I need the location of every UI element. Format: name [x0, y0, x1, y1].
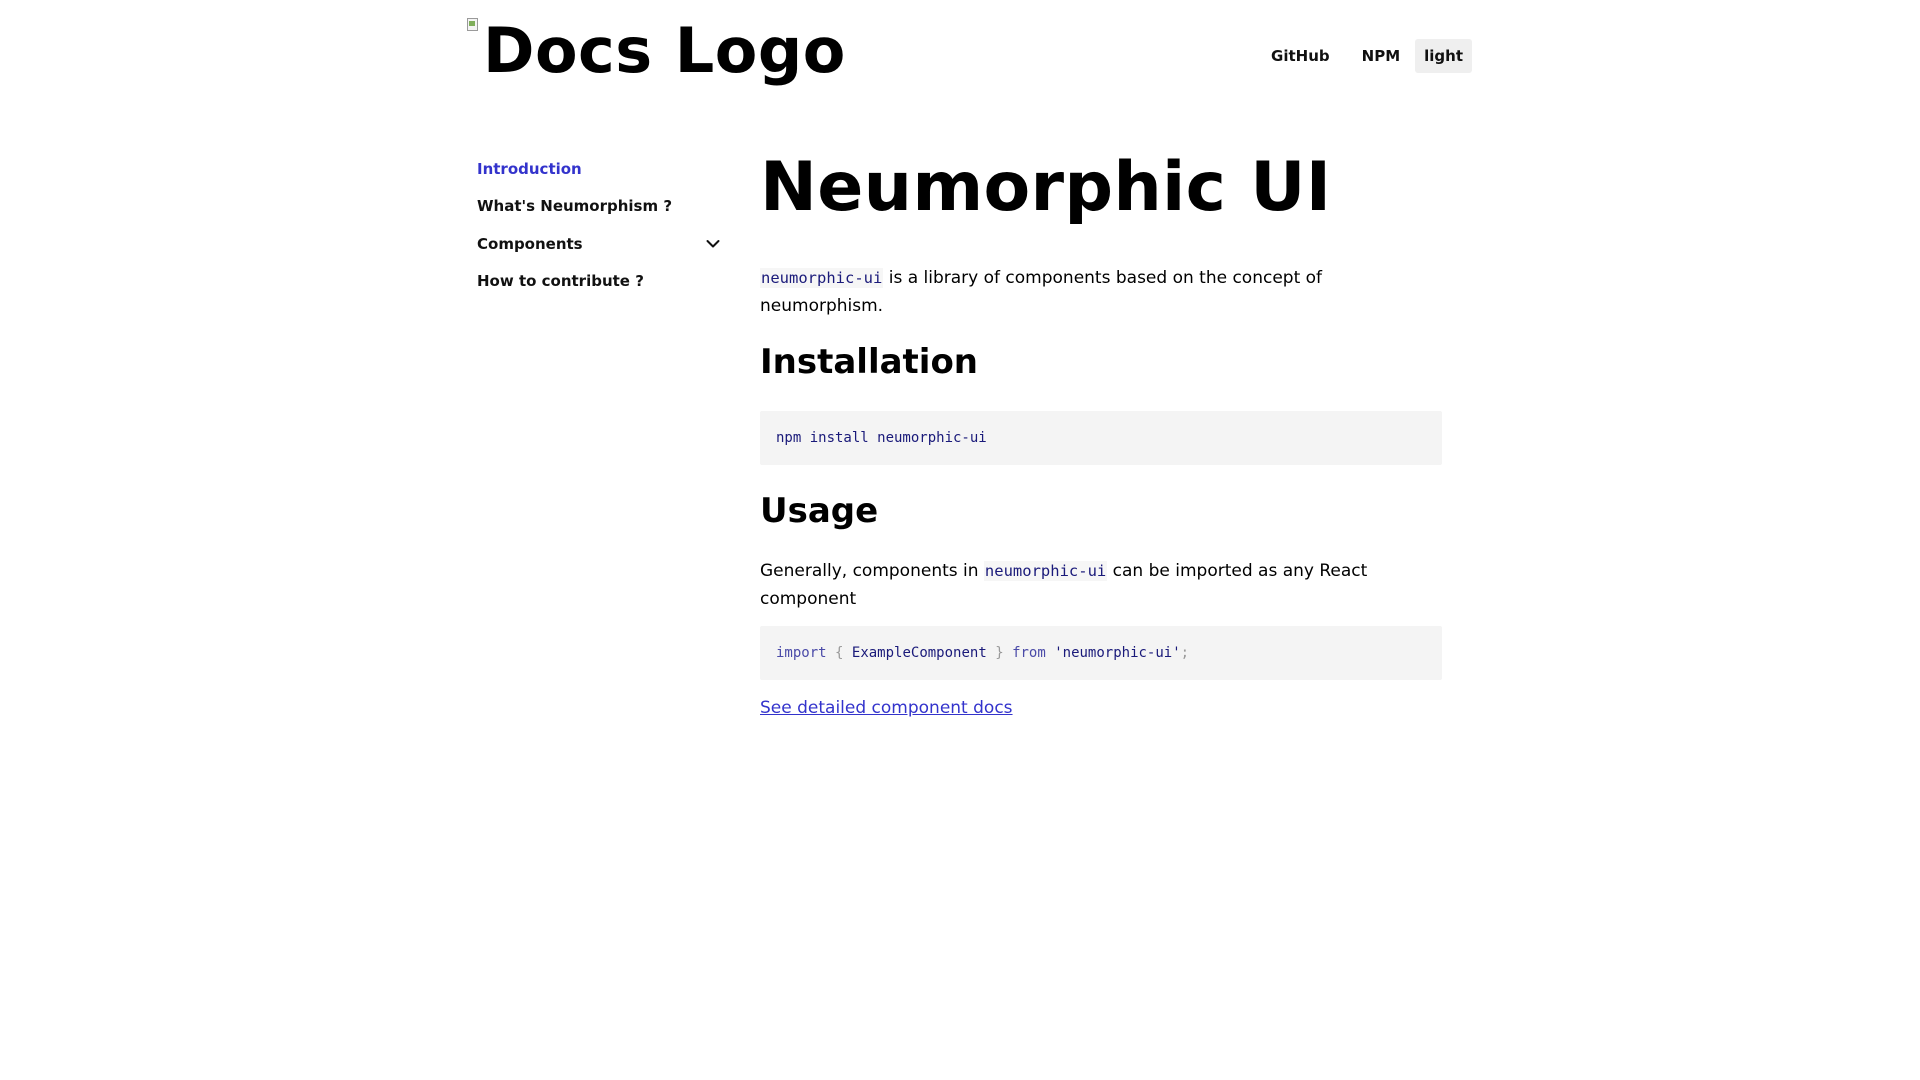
- intro-paragraph: neumorphic-ui is a library of components…: [760, 264, 1442, 320]
- code-keyword-import: import: [776, 645, 827, 661]
- sidebar-item-label: Components: [477, 234, 583, 253]
- sidebar-item-label: Introduction: [477, 159, 582, 178]
- code-brace-close: }: [995, 645, 1004, 661]
- sidebar: Introduction What's Neumorphism ? Compon…: [477, 150, 723, 300]
- inline-code: neumorphic-ui: [983, 561, 1108, 581]
- chevron-down-icon[interactable]: [705, 236, 721, 252]
- header: Docs Logo GitHub NPM light: [466, 0, 1472, 110]
- sidebar-item-introduction[interactable]: Introduction: [477, 150, 723, 188]
- usage-text-before: Generally, components in: [760, 561, 984, 581]
- install-command: npm install neumorphic-ui: [776, 430, 987, 446]
- page-title: Neumorphic UI: [760, 148, 1332, 227]
- sidebar-item-how-to-contribute[interactable]: How to contribute ?: [477, 263, 723, 301]
- code-module-string: 'neumorphic-ui': [1054, 645, 1181, 661]
- page: Docs Logo GitHub NPM light Introduction …: [0, 0, 1920, 1080]
- sidebar-item-whats-neumorphism[interactable]: What's Neumorphism ?: [477, 188, 723, 226]
- sidebar-item-label: How to contribute ?: [477, 272, 644, 291]
- code-component-name: ExampleComponent: [851, 645, 987, 661]
- install-code-block[interactable]: npm install neumorphic-ui: [760, 411, 1442, 465]
- import-code-block[interactable]: import { ExampleComponent } from 'neumor…: [760, 626, 1442, 680]
- installation-heading: Installation: [760, 342, 979, 382]
- sidebar-item-label: What's Neumorphism ?: [477, 197, 673, 216]
- main-content: Neumorphic UI neumorphic-ui is a library…: [760, 140, 1442, 722]
- github-link[interactable]: GitHub: [1262, 39, 1339, 73]
- component-docs-link[interactable]: See detailed component docs: [760, 694, 1013, 722]
- theme-toggle-button[interactable]: light: [1415, 39, 1472, 73]
- code-semicolon: ;: [1180, 645, 1190, 661]
- npm-link[interactable]: NPM: [1353, 39, 1409, 73]
- sidebar-item-components[interactable]: Components: [477, 225, 723, 263]
- code-keyword-from: from: [1012, 645, 1046, 661]
- top-nav: GitHub NPM light: [1248, 39, 1472, 73]
- inline-code: neumorphic-ui: [760, 268, 884, 288]
- docs-logo[interactable]: Docs Logo: [466, 14, 846, 94]
- usage-paragraph: Generally, components in neumorphic-ui c…: [760, 557, 1442, 613]
- code-brace-open: {: [835, 645, 844, 661]
- usage-heading: Usage: [760, 491, 879, 531]
- logo-alt-text: Docs Logo: [483, 14, 846, 87]
- broken-image-icon: [466, 17, 480, 33]
